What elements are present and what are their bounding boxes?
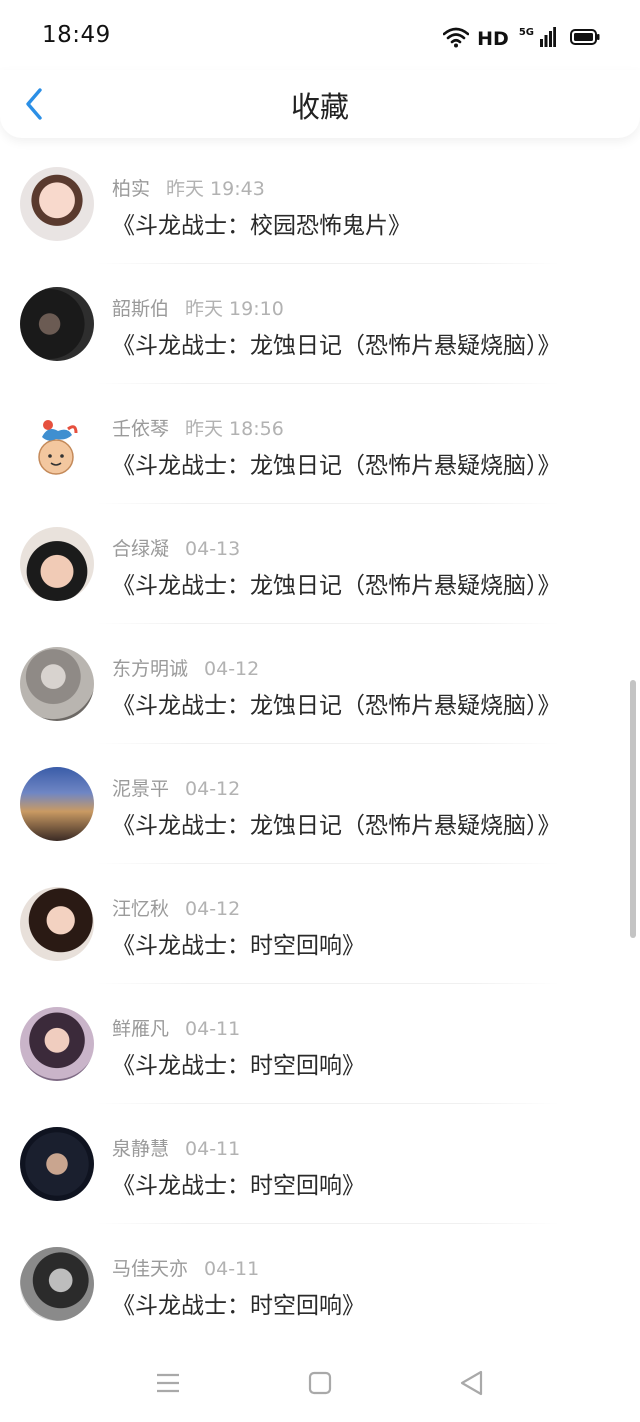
wifi-icon — [442, 26, 470, 52]
status-icons: HD 5G — [442, 26, 600, 52]
timestamp: 昨天 19:43 — [166, 178, 265, 200]
item-meta: 泉静慧 04-11 — [112, 1134, 240, 1161]
user-name: 柏实 — [112, 178, 151, 200]
list-item[interactable]: 合绿凝 04-13 《斗龙战士：龙蚀日记（恐怖片悬疑烧脑）》 — [0, 504, 640, 624]
item-title: 《斗龙战士：时空回响》 — [112, 1053, 365, 1079]
list-item[interactable]: 东方明诚 04-12 《斗龙战士：龙蚀日记（恐怖片悬疑烧脑）》 — [0, 624, 640, 744]
list-item[interactable]: 泉静慧 04-11 《斗龙战士：时空回响》 — [0, 1104, 640, 1224]
list-item[interactable]: 柏实 昨天 19:43 《斗龙战士：校园恐怖鬼片》 — [0, 144, 640, 264]
item-meta: 汪忆秋 04-12 — [112, 894, 240, 921]
back-triangle-icon — [457, 1370, 487, 1402]
list-item[interactable]: 壬依琴 昨天 18:56 《斗龙战士：龙蚀日记（恐怖片悬疑烧脑）》 — [0, 384, 640, 504]
avatar[interactable] — [20, 887, 94, 961]
user-name: 鲜雁凡 — [112, 1018, 170, 1040]
header-bar: 收藏 — [0, 70, 640, 138]
battery-icon — [570, 29, 600, 49]
item-meta: 泥景平 04-12 — [112, 774, 240, 801]
timestamp: 04-11 — [185, 1138, 241, 1160]
timestamp: 昨天 18:56 — [185, 418, 284, 440]
item-meta: 合绿凝 04-13 — [112, 534, 240, 561]
avatar[interactable] — [20, 167, 94, 241]
timestamp: 04-13 — [185, 538, 241, 560]
item-title: 《斗龙战士：时空回响》 — [112, 1173, 365, 1199]
list-item[interactable]: 马佳天亦 04-11 《斗龙战士：时空回响》 — [0, 1224, 640, 1344]
user-name: 马佳天亦 — [112, 1258, 189, 1280]
favorites-list: 柏实 昨天 19:43 《斗龙战士：校园恐怖鬼片》 韶斯伯 昨天 19:10 《斗龙… — [0, 144, 640, 1344]
page-title: 收藏 — [290, 90, 349, 124]
timestamp: 04-12 — [185, 778, 241, 800]
home-button[interactable] — [305, 1368, 335, 1398]
user-name: 泥景平 — [112, 778, 170, 800]
user-name: 韶斯伯 — [112, 298, 170, 320]
avatar[interactable] — [20, 647, 94, 721]
item-meta: 鲜雁凡 04-11 — [112, 1014, 240, 1041]
item-meta: 柏实 昨天 19:43 — [112, 174, 265, 201]
list-item[interactable]: 鲜雁凡 04-11 《斗龙战士：时空回响》 — [0, 984, 640, 1104]
list-item[interactable]: 汪忆秋 04-12 《斗龙战士：时空回响》 — [0, 864, 640, 984]
item-meta: 马佳天亦 04-11 — [112, 1254, 259, 1281]
item-title: 《斗龙战士：校园恐怖鬼片》 — [112, 213, 411, 239]
menu-icon — [153, 1373, 183, 1402]
status-time: 18:49 — [42, 22, 111, 48]
avatar[interactable] — [20, 1007, 94, 1081]
avatar[interactable] — [20, 287, 94, 361]
item-meta: 壬依琴 昨天 18:56 — [112, 414, 284, 441]
avatar[interactable] — [20, 527, 94, 601]
timestamp: 昨天 19:10 — [185, 298, 284, 320]
status-bar: 18:49 HD 5G — [0, 0, 640, 78]
menu-button[interactable] — [153, 1368, 183, 1398]
signal-5g-label: 5G — [518, 26, 534, 38]
network-hd-label: HD — [477, 28, 509, 50]
timestamp: 04-12 — [204, 658, 260, 680]
timestamp: 04-11 — [204, 1258, 260, 1280]
system-back-button[interactable] — [457, 1368, 487, 1398]
user-name: 泉静慧 — [112, 1138, 170, 1160]
timestamp: 04-11 — [185, 1018, 241, 1040]
user-name: 东方明诚 — [112, 658, 189, 680]
signal-icon — [540, 27, 556, 51]
avatar[interactable] — [20, 767, 94, 841]
list-item[interactable]: 泥景平 04-12 《斗龙战士：龙蚀日记（恐怖片悬疑烧脑）》 — [0, 744, 640, 864]
timestamp: 04-12 — [185, 898, 241, 920]
avatar[interactable] — [20, 407, 94, 481]
home-icon — [305, 1371, 335, 1402]
item-title: 《斗龙战士：时空回响》 — [112, 933, 365, 959]
item-title: 《斗龙战士：龙蚀日记（恐怖片悬疑烧脑）》 — [112, 813, 561, 839]
item-meta: 韶斯伯 昨天 19:10 — [112, 294, 284, 321]
item-title: 《斗龙战士：龙蚀日记（恐怖片悬疑烧脑）》 — [112, 693, 561, 719]
avatar[interactable] — [20, 1247, 94, 1321]
system-nav-bar — [0, 1342, 640, 1422]
item-title: 《斗龙战士：龙蚀日记（恐怖片悬疑烧脑）》 — [112, 573, 561, 599]
scrollbar[interactable] — [630, 680, 636, 938]
item-title: 《斗龙战士：龙蚀日记（恐怖片悬疑烧脑）》 — [112, 333, 561, 359]
user-name: 壬依琴 — [112, 418, 170, 440]
item-title: 《斗龙战士：时空回响》 — [112, 1293, 365, 1319]
item-meta: 东方明诚 04-12 — [112, 654, 259, 681]
avatar[interactable] — [20, 1127, 94, 1201]
user-name: 合绿凝 — [112, 538, 170, 560]
user-name: 汪忆秋 — [112, 898, 170, 920]
item-title: 《斗龙战士：龙蚀日记（恐怖片悬疑烧脑）》 — [112, 453, 561, 479]
list-item[interactable]: 韶斯伯 昨天 19:10 《斗龙战士：龙蚀日记（恐怖片悬疑烧脑）》 — [0, 264, 640, 384]
